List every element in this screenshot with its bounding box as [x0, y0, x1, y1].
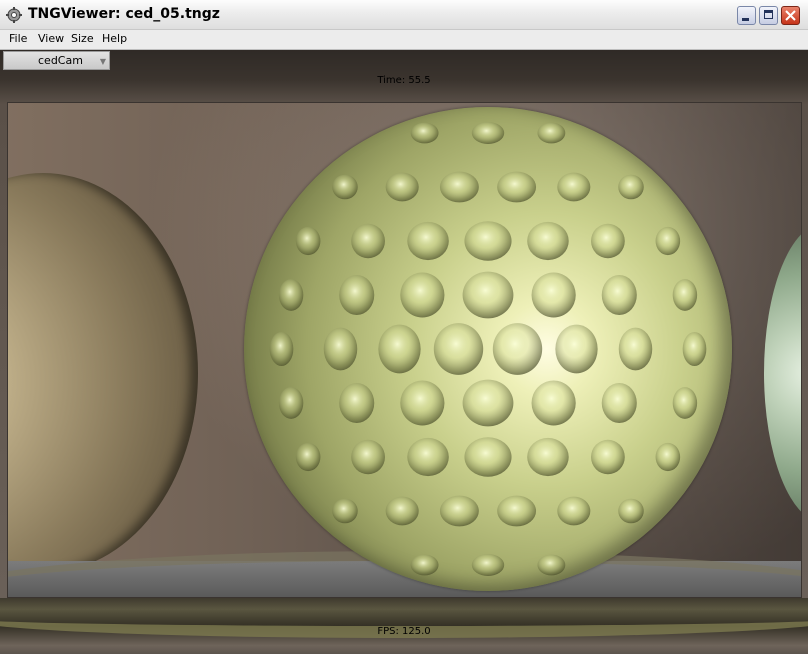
- left-sphere: [8, 173, 198, 573]
- maximize-icon: [764, 10, 773, 19]
- dimple: [531, 272, 576, 318]
- window-title: TNGViewer: ced_05.tngz: [28, 6, 220, 22]
- dimple: [618, 327, 653, 371]
- dimple: [462, 379, 514, 427]
- dimple: [295, 226, 321, 256]
- dimple: [655, 442, 681, 472]
- chevron-down-icon: ▼: [99, 57, 106, 66]
- dimple: [655, 226, 681, 256]
- minimize-button[interactable]: [737, 6, 756, 25]
- dimple: [332, 174, 358, 200]
- dimple: [410, 122, 439, 144]
- dimple: [462, 271, 514, 319]
- dimple: [591, 439, 625, 475]
- dimple: [557, 496, 591, 526]
- dimple: [278, 387, 304, 419]
- dimple: [601, 274, 637, 316]
- dimple: [407, 221, 449, 261]
- dimple: [537, 122, 566, 144]
- dimple: [682, 331, 707, 367]
- dimple: [527, 221, 569, 261]
- dimple: [410, 554, 439, 576]
- dimple: [464, 221, 512, 261]
- time-readout: Time: 55.5: [377, 75, 431, 86]
- dimple: [385, 172, 419, 202]
- dimple: [557, 172, 591, 202]
- menu-view[interactable]: View: [38, 32, 64, 45]
- dimple: [497, 495, 537, 527]
- maximize-button[interactable]: [759, 6, 778, 25]
- dimple: [407, 437, 449, 477]
- dimple: [378, 324, 421, 374]
- dimple: [591, 223, 625, 259]
- minimize-icon: [742, 18, 749, 21]
- dimple: [531, 380, 576, 426]
- dimple: [439, 171, 479, 203]
- render-viewport[interactable]: cedCam ▼ Time: 55.5 FPS: 125.0: [0, 50, 808, 654]
- dimple: [672, 279, 698, 311]
- dimple: [471, 121, 505, 145]
- dimple: [464, 437, 512, 477]
- close-button[interactable]: [781, 6, 800, 25]
- menu-bar: File View Size Help: [0, 30, 808, 50]
- dimple: [433, 323, 484, 375]
- dimple: [278, 279, 304, 311]
- camera-dropdown-value: cedCam: [38, 54, 83, 67]
- dimple: [351, 223, 385, 259]
- dimple: [339, 274, 375, 316]
- dimple-pattern: [269, 121, 707, 577]
- dimple: [492, 323, 543, 375]
- dimple: [439, 495, 479, 527]
- dimple: [269, 331, 294, 367]
- dimple: [527, 437, 569, 477]
- 3d-scene[interactable]: [7, 102, 802, 598]
- menu-size[interactable]: Size: [71, 32, 94, 45]
- menu-help[interactable]: Help: [102, 32, 127, 45]
- dimple: [400, 380, 445, 426]
- app-gear-icon: [6, 7, 22, 23]
- fps-readout: FPS: 125.0: [377, 626, 431, 637]
- dimple: [385, 496, 419, 526]
- dimpled-sphere: [244, 107, 732, 591]
- dimple: [351, 439, 385, 475]
- dimple: [471, 553, 505, 577]
- dimple: [295, 442, 321, 472]
- menu-file[interactable]: File: [9, 32, 27, 45]
- right-sphere: [764, 223, 801, 523]
- dimple: [618, 498, 644, 524]
- dimple: [537, 554, 566, 576]
- dimple: [672, 387, 698, 419]
- dimple: [601, 382, 637, 424]
- dimple: [618, 174, 644, 200]
- dimple: [555, 324, 598, 374]
- dimple: [400, 272, 445, 318]
- dimple: [339, 382, 375, 424]
- title-bar[interactable]: TNGViewer: ced_05.tngz: [0, 0, 808, 30]
- dimple: [332, 498, 358, 524]
- dimple: [323, 327, 358, 371]
- dimple: [497, 171, 537, 203]
- camera-dropdown[interactable]: cedCam ▼: [3, 51, 110, 70]
- close-icon: [785, 10, 796, 21]
